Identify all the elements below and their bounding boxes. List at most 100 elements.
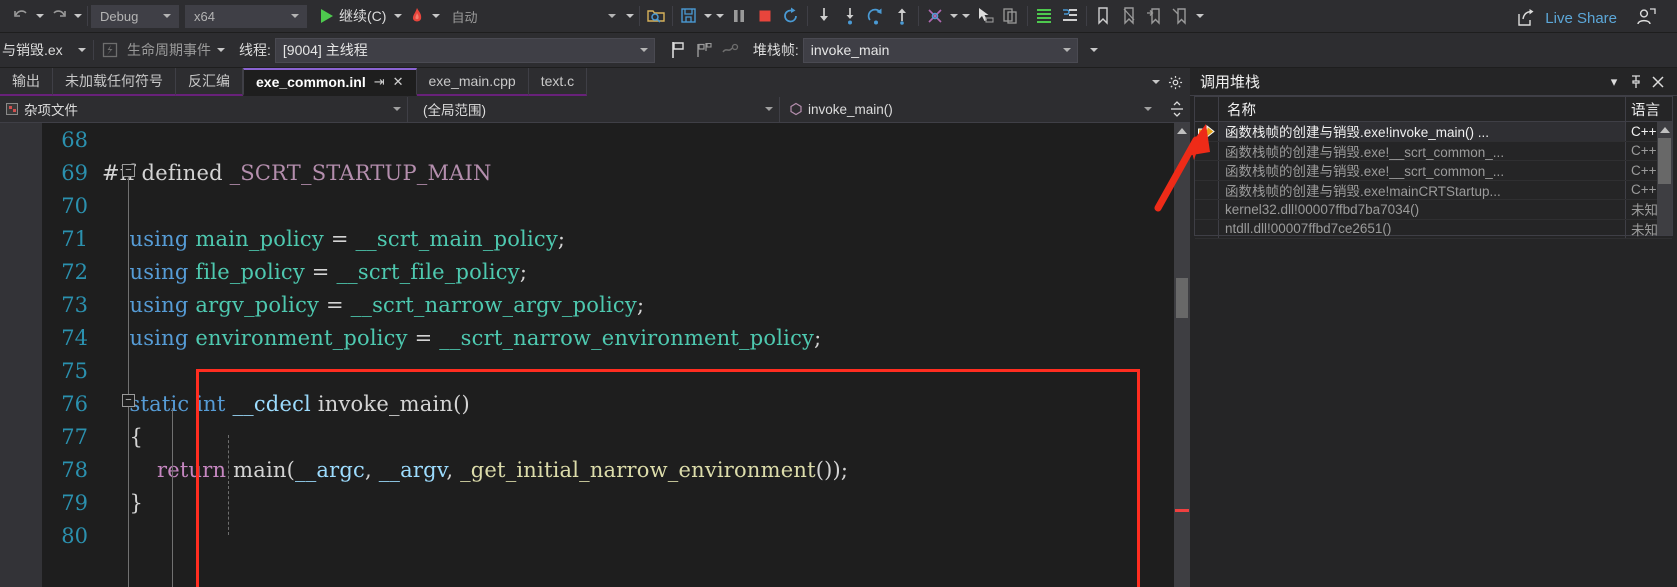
call-stack-row[interactable]: 函数栈帧的创建与销毁.exe!mainCRTStartup... C++ bbox=[1195, 180, 1672, 200]
gear-icon[interactable] bbox=[1168, 75, 1183, 90]
chevron-down-icon[interactable] bbox=[605, 14, 619, 18]
chevron-down-icon[interactable] bbox=[761, 107, 777, 111]
bookmark-prev-icon[interactable] bbox=[1168, 3, 1194, 29]
indent-icon[interactable] bbox=[1057, 3, 1083, 29]
stop-icon[interactable] bbox=[752, 3, 778, 29]
call-stack-grid[interactable]: 名称 语言 函数栈帧的创建与销毁.exe!invoke_main() ... C… bbox=[1194, 96, 1673, 239]
auto-overflow-caret[interactable] bbox=[624, 4, 636, 28]
code-line-current[interactable]: 79 } bbox=[42, 486, 1190, 519]
save-all-icon[interactable] bbox=[676, 3, 702, 29]
show-code-icon[interactable] bbox=[1031, 3, 1057, 29]
call-stack-row[interactable]: kernel32.dll!00007ffbd7ba7034() 未知 bbox=[1195, 200, 1672, 220]
bookmark-overflow-caret[interactable] bbox=[1194, 4, 1206, 28]
call-stack-row[interactable]: 函数栈帧的创建与销毁.exe!__scrt_common_... C++ bbox=[1195, 161, 1672, 181]
step-out-icon[interactable] bbox=[889, 3, 915, 29]
redo-dropdown-caret[interactable] bbox=[72, 4, 84, 28]
call-stack-row[interactable]: 函数栈帧的创建与销毁.exe!invoke_main() ... C++ bbox=[1195, 122, 1672, 142]
scope-combo[interactable]: (全局范围) bbox=[408, 96, 780, 122]
hot-reload-icon[interactable] bbox=[404, 3, 430, 29]
close-icon[interactable]: ✕ bbox=[393, 74, 404, 90]
code-line[interactable]: 78 return main(__argc, __argv, _get_init… bbox=[42, 453, 1190, 486]
pause-icon[interactable] bbox=[726, 3, 752, 29]
undo-dropdown-caret[interactable] bbox=[34, 4, 46, 28]
copy-frame-icon[interactable] bbox=[998, 3, 1024, 29]
step-into-icon[interactable] bbox=[811, 3, 837, 29]
pin-icon[interactable]: ⇥ bbox=[374, 74, 385, 90]
code-line[interactable]: 77 { bbox=[42, 420, 1190, 453]
chevron-down-icon[interactable] bbox=[1059, 48, 1075, 52]
call-stack-scrollbar[interactable] bbox=[1657, 122, 1672, 235]
threads-icon[interactable] bbox=[922, 3, 948, 29]
step-out-arrow-icon[interactable] bbox=[863, 3, 889, 29]
restart-icon[interactable] bbox=[778, 3, 804, 29]
threads-dropdown-caret[interactable] bbox=[948, 4, 960, 28]
tab-no-symbols[interactable]: 未加载任何符号 bbox=[53, 68, 176, 96]
tab-output[interactable]: 输出 bbox=[0, 68, 53, 96]
code-line[interactable]: 72 using file_policy = __scrt_file_polic… bbox=[42, 255, 1190, 288]
bookmark-icon[interactable] bbox=[1090, 3, 1116, 29]
scrollbar-thumb[interactable] bbox=[1658, 138, 1671, 184]
save-dropdown-caret[interactable] bbox=[702, 4, 714, 28]
chevron-down-icon[interactable] bbox=[389, 107, 405, 111]
platform-combo[interactable]: x64 bbox=[185, 4, 307, 28]
scrollbar-thumb[interactable] bbox=[1176, 278, 1188, 318]
column-header-language[interactable]: 语言 bbox=[1626, 97, 1672, 122]
thread-combo[interactable]: [9004] 主线程 bbox=[274, 37, 655, 63]
code-line[interactable]: 69 #if defined _SCRT_STARTUP_MAIN bbox=[42, 156, 1190, 189]
cursor-select-icon[interactable] bbox=[972, 3, 998, 29]
continue-dropdown-caret[interactable] bbox=[392, 4, 404, 28]
threads-overflow-caret[interactable] bbox=[960, 4, 972, 28]
lifecycle-events-label[interactable]: 生命周期事件 bbox=[123, 40, 215, 60]
chevron-down-icon[interactable] bbox=[76, 38, 88, 62]
code-line[interactable]: 71 using main_policy = __scrt_main_polic… bbox=[42, 222, 1190, 255]
save-overflow-caret[interactable] bbox=[714, 4, 726, 28]
outlining-collapse-69[interactable]: − bbox=[122, 164, 135, 177]
configuration-combo[interactable]: Debug bbox=[91, 4, 179, 28]
redo-icon[interactable] bbox=[46, 3, 72, 29]
tab-disassembly[interactable]: 反汇编 bbox=[176, 68, 243, 96]
chevron-down-icon[interactable] bbox=[1140, 107, 1156, 111]
account-icon[interactable] bbox=[1633, 4, 1659, 30]
auto-combo[interactable]: 自动 bbox=[442, 4, 625, 28]
tab-exe-main-cpp[interactable]: exe_main.cpp bbox=[416, 68, 529, 96]
chevron-down-icon[interactable] bbox=[1150, 70, 1162, 94]
column-header-name[interactable]: 名称 bbox=[1219, 96, 1626, 122]
code-line[interactable]: 73 using argv_policy = __scrt_narrow_arg… bbox=[42, 288, 1190, 321]
member-combo[interactable]: invoke_main() bbox=[780, 97, 1158, 122]
lifecycle-dropdown-caret[interactable] bbox=[215, 38, 227, 62]
process-combo[interactable]: 与销毁.ex bbox=[0, 37, 90, 63]
chevron-down-icon[interactable] bbox=[160, 14, 174, 18]
code-line[interactable]: 68 bbox=[42, 123, 1190, 156]
chevron-down-icon[interactable] bbox=[288, 14, 302, 18]
scroll-up-arrow-icon[interactable] bbox=[1657, 122, 1672, 138]
code-line[interactable]: 80 bbox=[42, 519, 1190, 552]
stackframe-combo[interactable]: invoke_main bbox=[802, 37, 1078, 63]
code-editor[interactable]: 68 69 #if defined _SCRT_STARTUP_MAIN 70 … bbox=[0, 123, 1190, 587]
bookmark-clear-icon[interactable] bbox=[1116, 3, 1142, 29]
undo-icon[interactable] bbox=[8, 3, 34, 29]
indicator-margin[interactable] bbox=[0, 123, 42, 587]
code-line[interactable]: 75 bbox=[42, 354, 1190, 387]
flag-multi-icon[interactable] bbox=[691, 37, 717, 63]
code-line[interactable]: 76 static int __cdecl invoke_main() bbox=[42, 387, 1190, 420]
open-folder-search-icon[interactable] bbox=[643, 3, 669, 29]
call-stack-row[interactable]: ntdll.dll!00007ffbd7ce2651() 未知 bbox=[1195, 219, 1672, 239]
tab-text-c[interactable]: text.c bbox=[528, 68, 588, 96]
continue-button[interactable]: 继续(C) bbox=[313, 3, 392, 29]
flag-icon[interactable] bbox=[665, 37, 691, 63]
project-combo[interactable]: 杂项文件 bbox=[0, 96, 408, 122]
call-stack-row[interactable]: 函数栈帧的创建与销毁.exe!__scrt_common_... C++ bbox=[1195, 141, 1672, 161]
debugbar-overflow-caret[interactable] bbox=[1088, 38, 1100, 62]
live-share-button[interactable]: Live Share bbox=[1513, 5, 1617, 31]
code-line[interactable]: 70 bbox=[42, 189, 1190, 222]
bookmark-next-icon[interactable] bbox=[1142, 3, 1168, 29]
code-lines[interactable]: 68 69 #if defined _SCRT_STARTUP_MAIN 70 … bbox=[42, 123, 1190, 587]
pin-icon[interactable] bbox=[1625, 71, 1647, 93]
close-icon[interactable] bbox=[1647, 71, 1669, 93]
tab-exe-common-inl[interactable]: exe_common.inl ⇥ ✕ bbox=[243, 68, 417, 96]
step-over-icon[interactable] bbox=[837, 3, 863, 29]
link-icon[interactable] bbox=[717, 37, 743, 63]
hot-reload-dropdown-caret[interactable] bbox=[430, 4, 442, 28]
chevron-down-icon[interactable] bbox=[636, 48, 652, 52]
code-line[interactable]: 74 using environment_policy = __scrt_nar… bbox=[42, 321, 1190, 354]
